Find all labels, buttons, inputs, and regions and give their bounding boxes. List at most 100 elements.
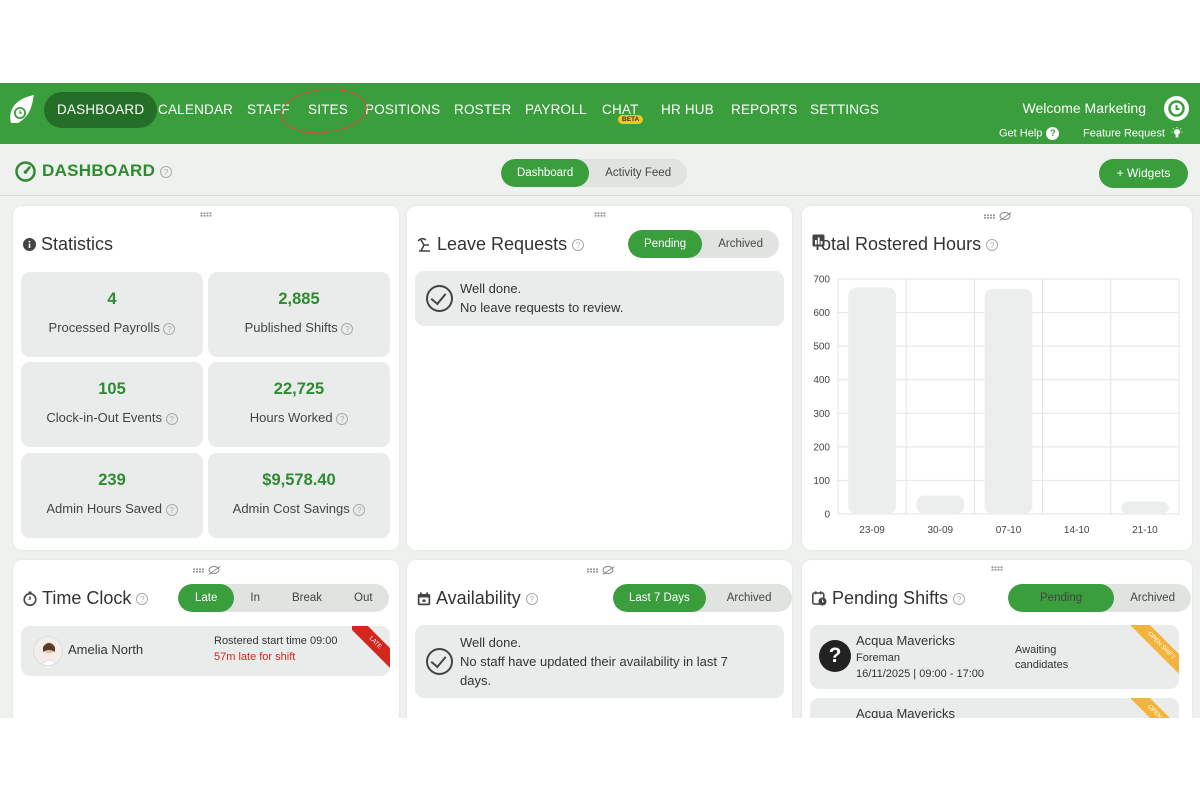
nav-settings[interactable]: SETTINGS	[810, 102, 879, 117]
shift-status-line: candidates	[1015, 659, 1069, 671]
app-window: DASHBOARD CALENDAR STAFF SITES POSITIONS…	[0, 83, 1200, 718]
leave-tabs: Pending Archived	[628, 230, 779, 258]
availability-title: Availability ?	[417, 588, 538, 609]
leave-requests-card: Leave Requests ? Pending Archived Well d…	[407, 206, 792, 550]
shift-site: Acqua Mavericks	[856, 706, 955, 718]
chart-bar	[916, 495, 965, 514]
availability-card: Availability ? Last 7 Days Archived Well…	[407, 560, 792, 718]
empty-message: Well done. No staff have updated their a…	[415, 625, 784, 698]
drag-dots-icon	[192, 567, 205, 573]
view-switcher: Dashboard Activity Feed	[501, 159, 688, 187]
add-widgets-button[interactable]: + Widgets	[1099, 159, 1188, 188]
pending-shift-row[interactable]: Acqua Mavericks OPEN SHIFT	[810, 698, 1179, 718]
tab-pending[interactable]: Pending 2	[1008, 584, 1115, 612]
app-logo-icon[interactable]	[8, 93, 36, 127]
help-icon[interactable]: ?	[953, 592, 966, 605]
drag-handle[interactable]	[586, 566, 613, 574]
avatar	[33, 636, 63, 666]
check-circle-icon	[426, 285, 453, 312]
help-icon[interactable]: ?	[163, 322, 176, 335]
nav-roster[interactable]: ROSTER	[454, 102, 511, 117]
nav-reports[interactable]: REPORTS	[731, 102, 797, 117]
x-tick-label: 23-09	[859, 525, 885, 536]
stat-label: Clock-in-Out Events ?	[21, 410, 203, 425]
help-icon[interactable]: ?	[336, 412, 349, 425]
help-icon[interactable]: ?	[525, 592, 538, 605]
tab-archived[interactable]: Archived	[1114, 584, 1191, 612]
tab-dashboard[interactable]: Dashboard	[501, 159, 590, 187]
help-icon[interactable]: ?	[136, 592, 149, 605]
tab-break[interactable]: Break	[276, 584, 338, 612]
y-tick-label: 700	[813, 275, 830, 286]
stat-label-text: Clock-in-Out Events	[46, 410, 162, 425]
nav-calendar[interactable]: CALENDAR	[158, 102, 233, 117]
page-title: DASHBOARD ?	[42, 161, 173, 181]
rostered-hours-card: Total Rostered Hours ? 0 100 200 300 400 500 6…	[802, 206, 1192, 550]
info-icon	[23, 238, 36, 251]
help-circle-icon: ?	[1046, 127, 1060, 140]
tab-late[interactable]: Late	[178, 584, 235, 612]
stat-tile[interactable]: 4 Processed Payrolls ?	[21, 272, 203, 357]
stat-tile[interactable]: $9,578.40 Admin Cost Savings ?	[208, 453, 390, 538]
help-icon[interactable]: ?	[165, 503, 178, 516]
statistics-title: Statistics	[23, 234, 113, 255]
drag-handle[interactable]	[200, 212, 212, 217]
nav-positions[interactable]: POSITIONS	[365, 102, 440, 117]
y-tick-label: 0	[824, 510, 830, 521]
pending-shifts-title-text: Pending Shifts	[832, 588, 949, 608]
stat-tile[interactable]: 22,725 Hours Worked ?	[208, 362, 390, 447]
availability-tabs: Last 7 Days Archived	[613, 584, 792, 612]
tab-archived[interactable]: Archived	[702, 230, 779, 258]
tab-last-7-days[interactable]: Last 7 Days	[613, 584, 706, 612]
help-icon[interactable]: ?	[353, 503, 366, 516]
late-ribbon: LATE	[352, 626, 390, 672]
shift-status: Awaiting candidates	[1015, 643, 1068, 673]
x-tick-label: 30-09	[928, 525, 954, 536]
nav-staff[interactable]: STAFF	[247, 102, 290, 117]
message-line: No leave requests to review.	[460, 300, 624, 315]
hide-eye-icon[interactable]	[602, 566, 613, 574]
nav-dashboard[interactable]: DASHBOARD	[44, 92, 158, 128]
stat-tile[interactable]: 105 Clock-in-Out Events ?	[21, 362, 203, 447]
tab-in[interactable]: In	[234, 584, 276, 612]
message-line: Well done.	[460, 635, 522, 650]
late-staff-row[interactable]: Amelia North Rostered start time 09:00 5…	[21, 626, 390, 676]
help-icon[interactable]: ?	[165, 412, 178, 425]
leave-requests-title-text: Leave Requests	[437, 234, 568, 254]
stat-tile[interactable]: 2,885 Published Shifts ?	[208, 272, 390, 357]
nav-payroll[interactable]: PAYROLL	[525, 102, 587, 117]
stat-tile[interactable]: 239 Admin Hours Saved ?	[21, 453, 203, 538]
stat-label-text: Published Shifts	[244, 320, 338, 335]
drag-handle[interactable]	[593, 212, 606, 217]
get-help-link[interactable]: Get Help?	[999, 127, 1060, 140]
stat-label-text: Admin Hours Saved	[46, 501, 162, 516]
stat-value: 4	[107, 290, 117, 308]
feature-request-link[interactable]: Feature Request	[1083, 127, 1183, 140]
x-tick-label: 14-10	[1064, 525, 1090, 536]
message-line: No staff have updated their availability…	[460, 654, 728, 669]
y-tick-label: 100	[813, 476, 830, 487]
stat-value: $9,578.40	[262, 471, 336, 489]
help-icon[interactable]: ?	[572, 238, 585, 251]
check-circle-icon	[426, 648, 453, 675]
beach-chair-icon	[417, 237, 430, 252]
help-icon[interactable]: ?	[341, 322, 354, 335]
drag-dots-icon	[991, 566, 1003, 571]
help-icon[interactable]: ?	[160, 165, 173, 178]
statistics-card: Statistics 4 Processed Payrolls ? 2,885 …	[13, 206, 399, 550]
nav-sites[interactable]: SITES	[308, 102, 348, 117]
hide-eye-icon[interactable]	[208, 566, 220, 574]
tab-out[interactable]: Out	[338, 584, 389, 612]
drag-handle[interactable]	[192, 566, 220, 574]
nav-hr-hub[interactable]: HR HUB	[661, 102, 714, 117]
pending-shift-row[interactable]: ? Acqua Mavericks Foreman 16/11/2025 | 0…	[810, 625, 1179, 689]
avatar-portrait-icon	[40, 642, 58, 665]
drag-handle[interactable]	[991, 566, 1003, 571]
tab-pending[interactable]: Pending	[628, 230, 703, 258]
tab-activity-feed[interactable]: Activity Feed	[589, 159, 687, 187]
rostered-hours-chart: 0 100 200 300 400 500 600 700 23-09 30-09 07-10 14-…	[813, 275, 1180, 536]
empty-message: Well done. No leave requests to review.	[415, 271, 784, 326]
lightbulb-icon	[1171, 127, 1183, 138]
user-avatar-icon[interactable]	[1164, 96, 1189, 121]
tab-archived[interactable]: Archived	[706, 584, 792, 612]
